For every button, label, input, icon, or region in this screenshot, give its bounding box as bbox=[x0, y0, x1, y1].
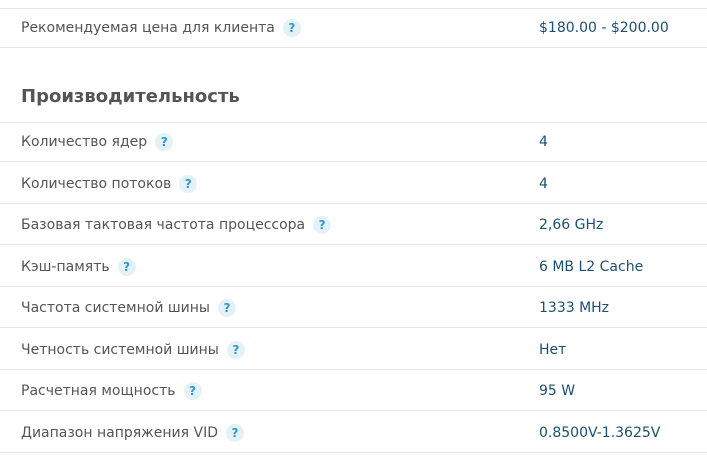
spec-value: Нет bbox=[539, 341, 567, 358]
help-icon[interactable]: ? bbox=[313, 215, 332, 234]
spec-label-wrap: Количество ядер ? bbox=[21, 123, 174, 161]
spec-row-base-clock: Базовая тактовая частота процессора ? 2,… bbox=[0, 205, 707, 245]
help-icon[interactable]: ? bbox=[183, 381, 202, 400]
spec-label: Количество ядер bbox=[21, 134, 148, 150]
help-icon[interactable]: ? bbox=[226, 423, 244, 442]
spec-value: 1333 MHz bbox=[539, 299, 610, 316]
spec-label: Диапазон напряжения VID bbox=[21, 424, 218, 441]
spec-label-wrap: Кэш-память ? bbox=[21, 247, 136, 286]
spec-label: Четность системной шины bbox=[21, 341, 219, 358]
spec-value: 95 W bbox=[539, 382, 576, 399]
spec-label: Количество потоков bbox=[21, 175, 172, 192]
spec-label: Частота системной шины bbox=[21, 299, 210, 316]
spec-value: 4 bbox=[539, 175, 548, 192]
spec-value: 4 bbox=[539, 134, 548, 150]
spec-label: Базовая тактовая частота процессора bbox=[21, 216, 306, 233]
spec-row-vid-range: Диапазон напряжения VID ? 0.8500V-1.3625… bbox=[0, 413, 707, 453]
spec-value: 6 MB L2 Cache bbox=[539, 258, 644, 275]
spec-label-wrap: Четность системной шины ? bbox=[21, 330, 245, 369]
spec-row-price: Рекомендуемая цена для клиента ? $180.00… bbox=[0, 8, 707, 48]
help-icon[interactable]: ? bbox=[155, 133, 174, 151]
help-icon[interactable]: ? bbox=[226, 340, 245, 359]
spec-label-wrap: Расчетная мощность ? bbox=[21, 371, 202, 410]
spec-row-cores: Количество ядер ? 4 bbox=[0, 122, 707, 162]
help-icon[interactable]: ? bbox=[117, 257, 136, 276]
help-icon[interactable]: ? bbox=[282, 19, 301, 37]
help-icon[interactable]: ? bbox=[218, 298, 236, 317]
spec-row-threads: Количество потоков ? 4 bbox=[0, 164, 707, 204]
spec-row-tdp: Расчетная мощность ? 95 W bbox=[0, 371, 707, 411]
spec-value: 2,66 GHz bbox=[539, 216, 604, 233]
section-title-performance: Производительность bbox=[21, 86, 240, 107]
spec-label-wrap: Рекомендуемая цена для клиента ? bbox=[21, 9, 301, 47]
spec-label: Рекомендуемая цена для клиента bbox=[21, 20, 275, 36]
spec-label: Расчетная мощность bbox=[21, 382, 176, 399]
spec-row-bus-speed: Частота системной шины ? 1333 MHz bbox=[0, 288, 707, 328]
spec-label: Кэш-память bbox=[21, 258, 110, 275]
spec-label-wrap: Количество потоков ? bbox=[21, 164, 198, 203]
spec-row-cache: Кэш-память ? 6 MB L2 Cache bbox=[0, 247, 707, 287]
spec-label-wrap: Базовая тактовая частота процессора ? bbox=[21, 205, 332, 244]
spec-value: 0.8500V-1.3625V bbox=[539, 424, 661, 441]
help-icon[interactable]: ? bbox=[179, 174, 198, 193]
spec-value: $180.00 - $200.00 bbox=[539, 20, 669, 36]
spec-label-wrap: Частота системной шины ? bbox=[21, 288, 236, 327]
spec-row-bus-parity: Четность системной шины ? Нет bbox=[0, 330, 707, 370]
spec-label-wrap: Диапазон напряжения VID ? bbox=[21, 413, 244, 452]
